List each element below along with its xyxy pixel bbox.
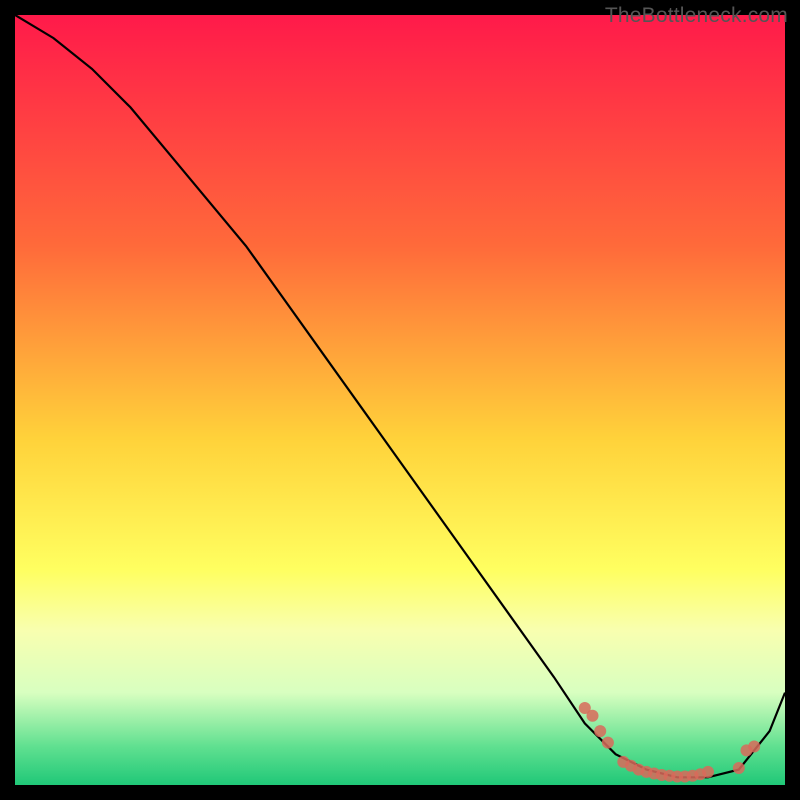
watermark-text: TheBottleneck.com	[605, 4, 788, 28]
chart-marker	[602, 737, 614, 749]
chart-plot-area	[15, 15, 785, 785]
chart-marker	[587, 710, 599, 722]
chart-background	[15, 15, 785, 785]
chart-marker	[702, 766, 714, 778]
chart-svg	[15, 15, 785, 785]
chart-marker	[733, 762, 745, 774]
chart-marker	[748, 741, 760, 753]
chart-marker	[594, 725, 606, 737]
